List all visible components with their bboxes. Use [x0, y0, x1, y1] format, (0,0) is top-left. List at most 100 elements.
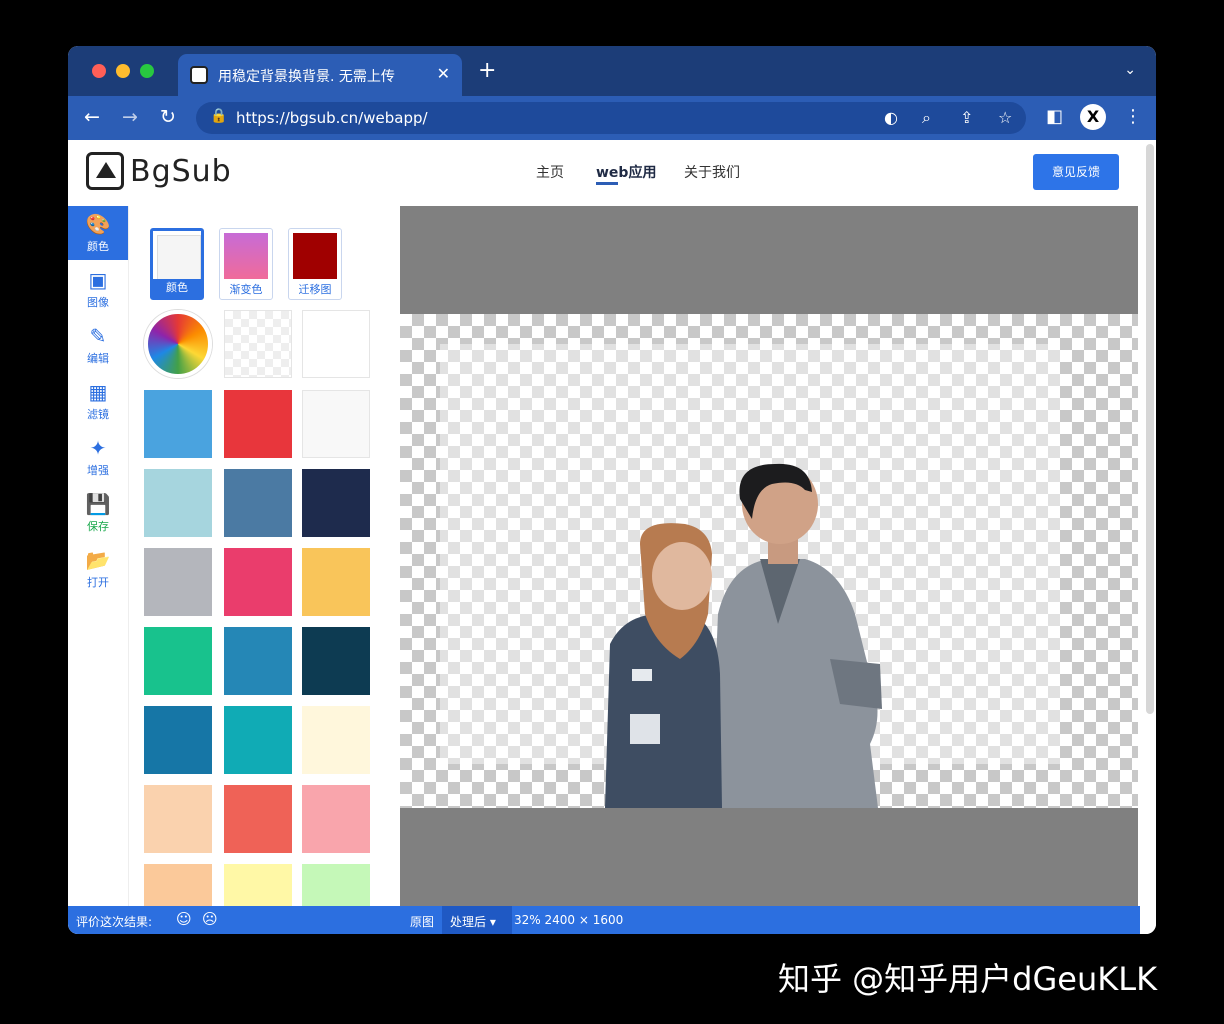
sidebar-item-label: 增强 — [87, 464, 109, 477]
mode-gradient[interactable]: 渐变色 — [219, 228, 273, 300]
active-nav-indicator — [596, 182, 618, 185]
mode-label: 迁移图 — [298, 283, 332, 296]
sidebar-item-open[interactable]: 📂 打开 — [68, 542, 128, 596]
sidebar-item-save[interactable]: 💾 保存 — [68, 486, 128, 540]
color-swatch[interactable] — [144, 785, 212, 853]
color-swatch[interactable] — [302, 864, 370, 906]
happy-face-icon[interactable]: ☺ — [176, 910, 192, 928]
color-swatch[interactable] — [224, 469, 292, 537]
original-view-toggle[interactable]: 原图 — [410, 913, 434, 930]
color-swatch[interactable] — [224, 390, 292, 458]
sad-face-icon[interactable]: ☹ — [202, 910, 218, 928]
processed-view-label[interactable]: 处理后 ▾ — [450, 913, 496, 930]
logo-text[interactable]: BgSub — [130, 154, 232, 189]
sidebar-item-filter[interactable]: ▦ 滤镜 — [68, 374, 128, 428]
color-swatch[interactable] — [302, 627, 370, 695]
save-icon: 💾 — [85, 492, 111, 516]
color-swatch[interactable] — [224, 548, 292, 616]
share-icon[interactable]: ⇪ — [960, 108, 973, 127]
white-swatch[interactable] — [302, 310, 370, 378]
page-scrollbar[interactable] — [1146, 144, 1154, 714]
address-toolbar: ← → ↻ 🔒 https://bgsub.cn/webapp/ ◐ ⌕ ⇪ ☆… — [68, 96, 1156, 140]
color-palette-panel: 颜色 渐变色 迁移图 — [138, 206, 400, 906]
tab-search-chevron-icon[interactable]: ⌄ — [1124, 62, 1136, 78]
color-swatch[interactable] — [144, 627, 212, 695]
nav-about-link[interactable]: 关于我们 — [684, 162, 740, 182]
reload-icon[interactable]: ↻ — [160, 106, 176, 128]
color-swatch[interactable] — [302, 469, 370, 537]
sidebar-item-label: 滤镜 — [87, 408, 109, 421]
lock-icon[interactable]: 🔒 — [210, 108, 227, 124]
color-swatch[interactable] — [224, 864, 292, 906]
color-swatch[interactable] — [224, 627, 292, 695]
palette-icon: 🎨 — [85, 212, 111, 236]
close-window-button[interactable] — [92, 64, 106, 78]
color-swatch[interactable] — [224, 706, 292, 774]
bookmark-star-icon[interactable]: ☆ — [998, 108, 1012, 127]
sidebar-item-label: 打开 — [87, 576, 109, 589]
rate-result-label: 评价这次结果: — [76, 915, 153, 929]
google-lens-icon[interactable]: ◐ — [884, 108, 898, 127]
sidebar-item-edit[interactable]: ✎ 编辑 — [68, 318, 128, 372]
zoom-size-info: 32% 2400 × 1600 — [514, 913, 624, 927]
back-arrow-icon[interactable]: ← — [84, 106, 100, 128]
color-swatch[interactable] — [144, 469, 212, 537]
processed-image[interactable] — [400, 314, 1138, 808]
tool-sidebar: 🎨 颜色 ▣ 图像 ✎ 编辑 ▦ 滤镜 ✦ 增强 💾 保存 📂 打开 — [68, 206, 129, 906]
image-canvas[interactable] — [400, 206, 1138, 906]
tab-bar: 用稳定背景换背景. 无需上传 ✕ + ⌄ — [68, 46, 1156, 96]
feedback-button[interactable]: 意见反馈 — [1033, 154, 1119, 190]
side-panel-icon[interactable]: ◧ — [1046, 106, 1063, 127]
profile-avatar[interactable]: X — [1080, 104, 1106, 130]
mode-transfer[interactable]: 迁移图 — [288, 228, 342, 300]
mode-label: 颜色 — [153, 279, 201, 297]
maximize-window-button[interactable] — [140, 64, 154, 78]
web-page: BgSub 主页 web应用 关于我们 意见反馈 🎨 颜色 ▣ 图像 ✎ 编辑 … — [68, 140, 1156, 934]
folder-open-icon: 📂 — [85, 548, 111, 572]
active-tab[interactable]: 用稳定背景换背景. 无需上传 ✕ — [178, 54, 462, 96]
tab-title: 用稳定背景换背景. 无需上传 — [218, 69, 395, 85]
mode-swatch — [157, 235, 201, 281]
color-swatch[interactable] — [302, 390, 370, 458]
sidebar-item-label: 颜色 — [87, 240, 109, 253]
status-bar: 评价这次结果: ☺ ☹ 原图 处理后 ▾ 32% 2400 × 1600 — [68, 906, 1140, 934]
color-swatch[interactable] — [144, 548, 212, 616]
sidebar-item-color[interactable]: 🎨 颜色 — [68, 206, 128, 260]
color-swatch[interactable] — [224, 785, 292, 853]
sidebar-item-image[interactable]: ▣ 图像 — [68, 262, 128, 316]
color-swatch[interactable] — [302, 706, 370, 774]
pencil-icon: ✎ — [89, 324, 107, 348]
color-swatch[interactable] — [302, 548, 370, 616]
forward-arrow-icon[interactable]: → — [122, 106, 138, 128]
nav-webapp-link[interactable]: web应用 — [596, 162, 656, 182]
new-tab-button[interactable]: + — [478, 58, 496, 83]
custom-color-wheel[interactable] — [144, 310, 212, 378]
transparent-swatch[interactable] — [224, 310, 292, 378]
zoom-icon[interactable]: ⌕ — [922, 108, 931, 128]
sparkle-icon: ✦ — [89, 436, 107, 460]
site-favicon-icon — [190, 66, 208, 84]
url-text[interactable]: https://bgsub.cn/webapp/ — [236, 109, 428, 127]
mode-label: 渐变色 — [229, 283, 263, 296]
sidebar-item-enhance[interactable]: ✦ 增强 — [68, 430, 128, 484]
bgsub-logo-icon[interactable] — [86, 152, 124, 190]
minimize-window-button[interactable] — [116, 64, 130, 78]
address-bar[interactable]: 🔒 https://bgsub.cn/webapp/ ◐ ⌕ ⇪ ☆ — [196, 102, 1026, 134]
color-swatch[interactable] — [144, 864, 212, 906]
color-swatch[interactable] — [144, 390, 212, 458]
nav-home-link[interactable]: 主页 — [536, 162, 564, 182]
zhihu-watermark: 知乎 @知乎用户dGeuKLK — [778, 960, 1158, 998]
mode-solid-color[interactable]: 颜色 — [150, 228, 204, 300]
browser-window: 用稳定背景换背景. 无需上传 ✕ + ⌄ ← → ↻ 🔒 https://bgs… — [68, 46, 1156, 934]
mode-swatch — [293, 233, 337, 279]
sidebar-item-label: 保存 — [87, 520, 109, 533]
close-tab-icon[interactable]: ✕ — [437, 64, 450, 83]
mode-swatch — [224, 233, 268, 279]
grid-icon: ▦ — [88, 380, 108, 404]
sidebar-item-label: 编辑 — [87, 352, 109, 365]
color-swatch[interactable] — [302, 785, 370, 853]
site-header: BgSub 主页 web应用 关于我们 意见反馈 — [68, 140, 1144, 206]
color-swatch[interactable] — [144, 706, 212, 774]
more-menu-icon[interactable]: ⋮ — [1124, 106, 1142, 127]
sidebar-item-label: 图像 — [87, 296, 109, 309]
